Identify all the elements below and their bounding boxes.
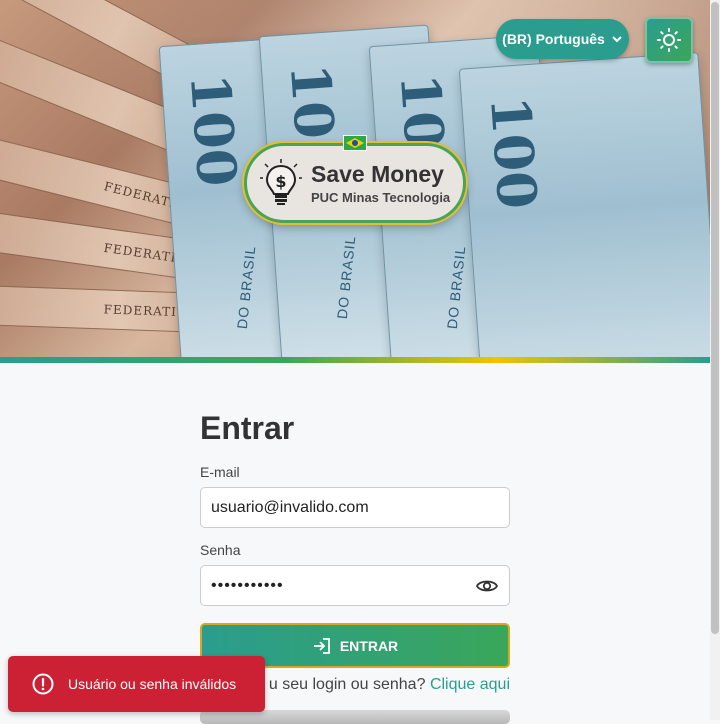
chevron-down-icon [612,36,622,43]
forgot-password-link[interactable]: Clique aqui [430,676,510,693]
language-select-button[interactable]: (BR) Português [496,19,629,59]
banknote-image: 100 [458,52,710,358]
app-title: Save Money [311,160,444,187]
scrollbar-thumb[interactable] [711,2,719,634]
page-title: Entrar [200,410,295,446]
secondary-button[interactable] [200,710,510,724]
toast-message: Usuário ou senha inválidos [68,676,237,692]
sun-icon [657,28,681,52]
language-label: (BR) Português [502,31,605,47]
password-field[interactable] [211,576,475,595]
error-circle-icon [32,673,54,695]
login-button-label: ENTRAR [339,637,399,654]
login-form: Entrar E-mail Senha ENTRAR [200,406,510,668]
theme-toggle-button[interactable] [645,17,693,63]
svg-text:$: $ [275,172,286,191]
password-label: Senha [200,542,241,558]
error-toast[interactable]: Usuário ou senha inválidos [8,656,265,712]
email-field-wrapper [200,487,510,528]
app-logo: $ Save Money PUC Minas Tecnologia [244,143,466,223]
email-label: E-mail [200,464,240,480]
app-subtitle: PUC Minas Tecnologia [311,189,451,205]
login-icon [313,637,330,654]
brazil-flag-icon [343,135,367,151]
brand-stripe [0,357,710,363]
password-field-wrapper [200,565,510,606]
email-field[interactable] [211,498,499,517]
lightbulb-dollar-icon: $ [260,159,302,205]
eye-icon[interactable] [475,574,499,598]
